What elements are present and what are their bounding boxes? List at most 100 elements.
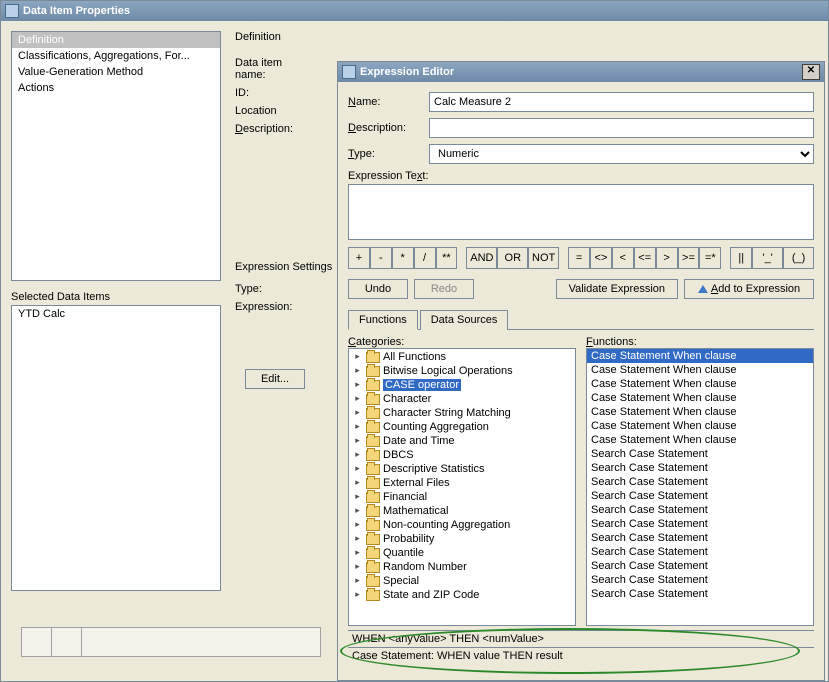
- name-label: Name:: [348, 96, 423, 108]
- op-plus[interactable]: +: [348, 247, 370, 269]
- op-div[interactable]: /: [414, 247, 436, 269]
- expand-icon[interactable]: [352, 590, 363, 601]
- category-item[interactable]: Financial: [350, 490, 574, 504]
- function-item[interactable]: Search Case Statement: [587, 559, 813, 573]
- name-input[interactable]: [429, 92, 814, 112]
- description-input[interactable]: [429, 118, 814, 138]
- nav-value-generation[interactable]: Value-Generation Method: [12, 64, 220, 80]
- function-item[interactable]: Search Case Statement: [587, 489, 813, 503]
- op-eqstar[interactable]: =*: [699, 247, 721, 269]
- categories-tree[interactable]: All FunctionsBitwise Logical OperationsC…: [348, 348, 576, 626]
- function-item[interactable]: Search Case Statement: [587, 517, 813, 531]
- op-eq[interactable]: =: [568, 247, 590, 269]
- function-item[interactable]: Search Case Statement: [587, 545, 813, 559]
- function-item[interactable]: Search Case Statement: [587, 573, 813, 587]
- function-item[interactable]: Case Statement When clause: [587, 391, 813, 405]
- expand-icon[interactable]: [352, 422, 363, 433]
- category-item[interactable]: Quantile: [350, 546, 574, 560]
- function-item[interactable]: Case Statement When clause: [587, 405, 813, 419]
- op-gt[interactable]: >: [656, 247, 678, 269]
- expand-icon[interactable]: [352, 352, 363, 363]
- undo-button[interactable]: Undo: [348, 279, 408, 299]
- operator-bar: + - * / ** AND OR NOT = <> < <= > >= =* …: [348, 247, 814, 269]
- category-item[interactable]: Random Number: [350, 560, 574, 574]
- category-item[interactable]: Special: [350, 574, 574, 588]
- function-item[interactable]: Case Statement When clause: [587, 377, 813, 391]
- op-or[interactable]: OR: [497, 247, 528, 269]
- add-to-expression-button[interactable]: Add to Expression: [684, 279, 814, 299]
- expand-icon[interactable]: [352, 506, 363, 517]
- selected-item-row[interactable]: YTD Calc: [12, 306, 220, 322]
- nav-classifications[interactable]: Classifications, Aggregations, For...: [12, 48, 220, 64]
- category-item[interactable]: All Functions: [350, 350, 574, 364]
- expand-icon[interactable]: [352, 408, 363, 419]
- op-mul[interactable]: *: [392, 247, 414, 269]
- category-item[interactable]: Bitwise Logical Operations: [350, 364, 574, 378]
- function-item[interactable]: Case Statement When clause: [587, 419, 813, 433]
- op-minus[interactable]: -: [370, 247, 392, 269]
- expand-icon[interactable]: [352, 534, 363, 545]
- category-item[interactable]: Non-counting Aggregation: [350, 518, 574, 532]
- op-not[interactable]: NOT: [528, 247, 559, 269]
- category-item[interactable]: Character: [350, 392, 574, 406]
- function-item[interactable]: Case Statement When clause: [587, 349, 813, 363]
- expand-icon[interactable]: [352, 562, 363, 573]
- op-concat[interactable]: ||: [730, 247, 752, 269]
- op-neq[interactable]: <>: [590, 247, 612, 269]
- tab-data-sources[interactable]: Data Sources: [420, 310, 509, 330]
- category-item[interactable]: Mathematical: [350, 504, 574, 518]
- validate-button[interactable]: Validate Expression: [556, 279, 678, 299]
- functions-list[interactable]: Case Statement When clauseCase Statement…: [586, 348, 814, 626]
- expand-icon[interactable]: [352, 380, 363, 391]
- category-item[interactable]: Counting Aggregation: [350, 420, 574, 434]
- tab-functions[interactable]: Functions: [348, 310, 418, 330]
- op-and[interactable]: AND: [466, 247, 497, 269]
- category-item[interactable]: External Files: [350, 476, 574, 490]
- nav-definition[interactable]: Definition: [12, 32, 220, 48]
- op-ge[interactable]: >=: [678, 247, 700, 269]
- op-paren[interactable]: (_): [783, 247, 814, 269]
- category-item[interactable]: Descriptive Statistics: [350, 462, 574, 476]
- expand-icon[interactable]: [352, 478, 363, 489]
- expand-icon[interactable]: [352, 394, 363, 405]
- category-item[interactable]: DBCS: [350, 448, 574, 462]
- expand-icon[interactable]: [352, 436, 363, 447]
- category-item[interactable]: Probability: [350, 532, 574, 546]
- nav-actions[interactable]: Actions: [12, 80, 220, 96]
- function-item[interactable]: Case Statement When clause: [587, 433, 813, 447]
- edit-button[interactable]: Edit...: [245, 369, 305, 389]
- expand-icon[interactable]: [352, 450, 363, 461]
- folder-icon: [366, 366, 380, 377]
- type-select[interactable]: Numeric: [429, 144, 814, 164]
- expand-icon[interactable]: [352, 520, 363, 531]
- function-item[interactable]: Search Case Statement: [587, 503, 813, 517]
- op-strlit[interactable]: '_': [752, 247, 783, 269]
- close-icon[interactable]: ✕: [802, 64, 820, 80]
- function-item[interactable]: Search Case Statement: [587, 531, 813, 545]
- function-item[interactable]: Case Statement When clause: [587, 363, 813, 377]
- category-item[interactable]: Character String Matching: [350, 406, 574, 420]
- main-titlebar: Data Item Properties: [1, 1, 828, 21]
- expression-textarea[interactable]: [348, 184, 814, 240]
- expand-icon[interactable]: [352, 366, 363, 377]
- window-title: Data Item Properties: [23, 5, 130, 17]
- op-le[interactable]: <=: [634, 247, 656, 269]
- category-item[interactable]: Date and Time: [350, 434, 574, 448]
- category-item[interactable]: State and ZIP Code: [350, 588, 574, 602]
- expand-icon[interactable]: [352, 548, 363, 559]
- function-item[interactable]: Search Case Statement: [587, 461, 813, 475]
- op-lt[interactable]: <: [612, 247, 634, 269]
- op-pow[interactable]: **: [436, 247, 458, 269]
- expand-icon[interactable]: [352, 576, 363, 587]
- function-item[interactable]: Search Case Statement: [587, 447, 813, 461]
- expand-icon[interactable]: [352, 492, 363, 503]
- category-label: State and ZIP Code: [383, 589, 479, 601]
- function-item[interactable]: Search Case Statement: [587, 475, 813, 489]
- category-label: Quantile: [383, 547, 424, 559]
- function-item[interactable]: Search Case Statement: [587, 587, 813, 601]
- category-item[interactable]: CASE operator: [350, 378, 574, 392]
- selected-data-items[interactable]: YTD Calc: [11, 305, 221, 591]
- redo-button[interactable]: Redo: [414, 279, 474, 299]
- expand-icon[interactable]: [352, 464, 363, 475]
- category-label: Bitwise Logical Operations: [383, 365, 513, 377]
